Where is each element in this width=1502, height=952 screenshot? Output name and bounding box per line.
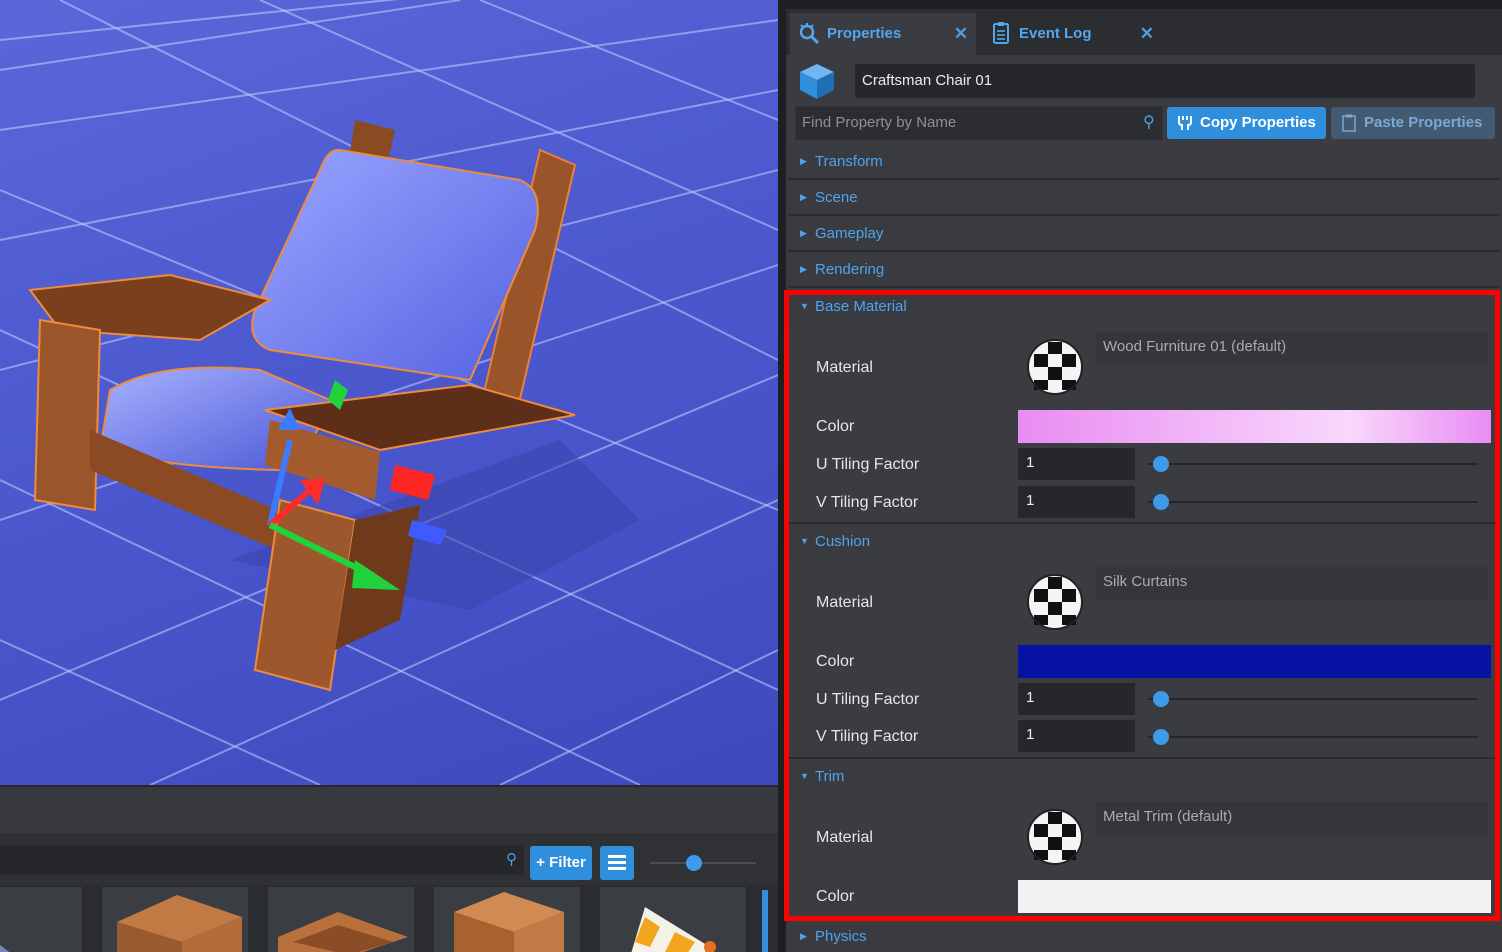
highlight-box bbox=[784, 290, 1500, 921]
filter-button[interactable]: + Filter bbox=[530, 846, 592, 880]
asset-grid bbox=[0, 885, 778, 952]
properties-gear-icon bbox=[799, 23, 820, 45]
copy-properties-button[interactable]: Copy Properties bbox=[1167, 107, 1326, 139]
list-icon bbox=[608, 855, 626, 858]
tab-properties-label: Properties bbox=[827, 25, 902, 42]
paste-properties-label: Paste Properties bbox=[1364, 114, 1483, 131]
paste-properties-button[interactable]: Paste Properties bbox=[1331, 107, 1495, 139]
chevron-right-icon: ▶ bbox=[800, 264, 807, 274]
tab-event-log-label: Event Log bbox=[1019, 25, 1092, 42]
chevron-right-icon: ▶ bbox=[800, 931, 807, 941]
close-icon[interactable]: ✕ bbox=[1140, 13, 1154, 55]
asset-thumbnail[interactable] bbox=[102, 887, 248, 952]
object-name-field[interactable]: Craftsman Chair 01 bbox=[855, 64, 1475, 98]
tab-event-log[interactable]: Event Log ✕ bbox=[982, 13, 1162, 55]
clipboard-icon bbox=[993, 22, 1009, 44]
tab-properties[interactable]: Properties ✕ bbox=[790, 13, 976, 55]
tab-bar: Properties ✕ Event Log ✕ bbox=[786, 0, 1502, 55]
section-scene[interactable]: ▶ Scene bbox=[788, 180, 1500, 215]
paste-icon bbox=[1342, 114, 1356, 132]
close-icon[interactable]: ✕ bbox=[954, 13, 968, 55]
object-cube-icon bbox=[800, 64, 834, 99]
asset-toolbar: ⚲ + Filter bbox=[0, 833, 778, 885]
section-rendering[interactable]: ▶ Rendering bbox=[788, 252, 1500, 287]
section-physics[interactable]: ▶ Physics bbox=[788, 919, 1500, 952]
copy-properties-label: Copy Properties bbox=[1200, 114, 1316, 131]
find-property-input[interactable]: Find Property by Name bbox=[795, 106, 1163, 140]
asset-thumbnail[interactable] bbox=[0, 887, 82, 952]
section-gameplay[interactable]: ▶ Gameplay bbox=[788, 216, 1500, 251]
asset-thumbnail[interactable] bbox=[434, 887, 580, 952]
thumbnail-size-knob[interactable] bbox=[686, 855, 702, 871]
section-transform[interactable]: ▶ Transform bbox=[788, 144, 1500, 179]
search-icon[interactable]: ⚲ bbox=[506, 852, 522, 868]
search-icon[interactable]: ⚲ bbox=[1143, 114, 1161, 132]
asset-thumbnail[interactable] bbox=[600, 887, 746, 952]
asset-thumbnail[interactable] bbox=[268, 887, 414, 952]
list-view-button[interactable] bbox=[600, 846, 634, 880]
viewport-scene bbox=[0, 0, 778, 785]
copy-icon bbox=[1178, 116, 1192, 130]
asset-search-input[interactable] bbox=[0, 845, 524, 875]
scene-viewport[interactable] bbox=[0, 0, 778, 785]
chevron-right-icon: ▶ bbox=[800, 228, 807, 238]
chevron-right-icon: ▶ bbox=[800, 192, 807, 202]
asset-scrollbar[interactable] bbox=[762, 890, 768, 952]
viewport-bottom-bar bbox=[0, 785, 778, 833]
chevron-right-icon: ▶ bbox=[800, 156, 807, 166]
thumbnail-size-slider[interactable] bbox=[650, 862, 756, 864]
